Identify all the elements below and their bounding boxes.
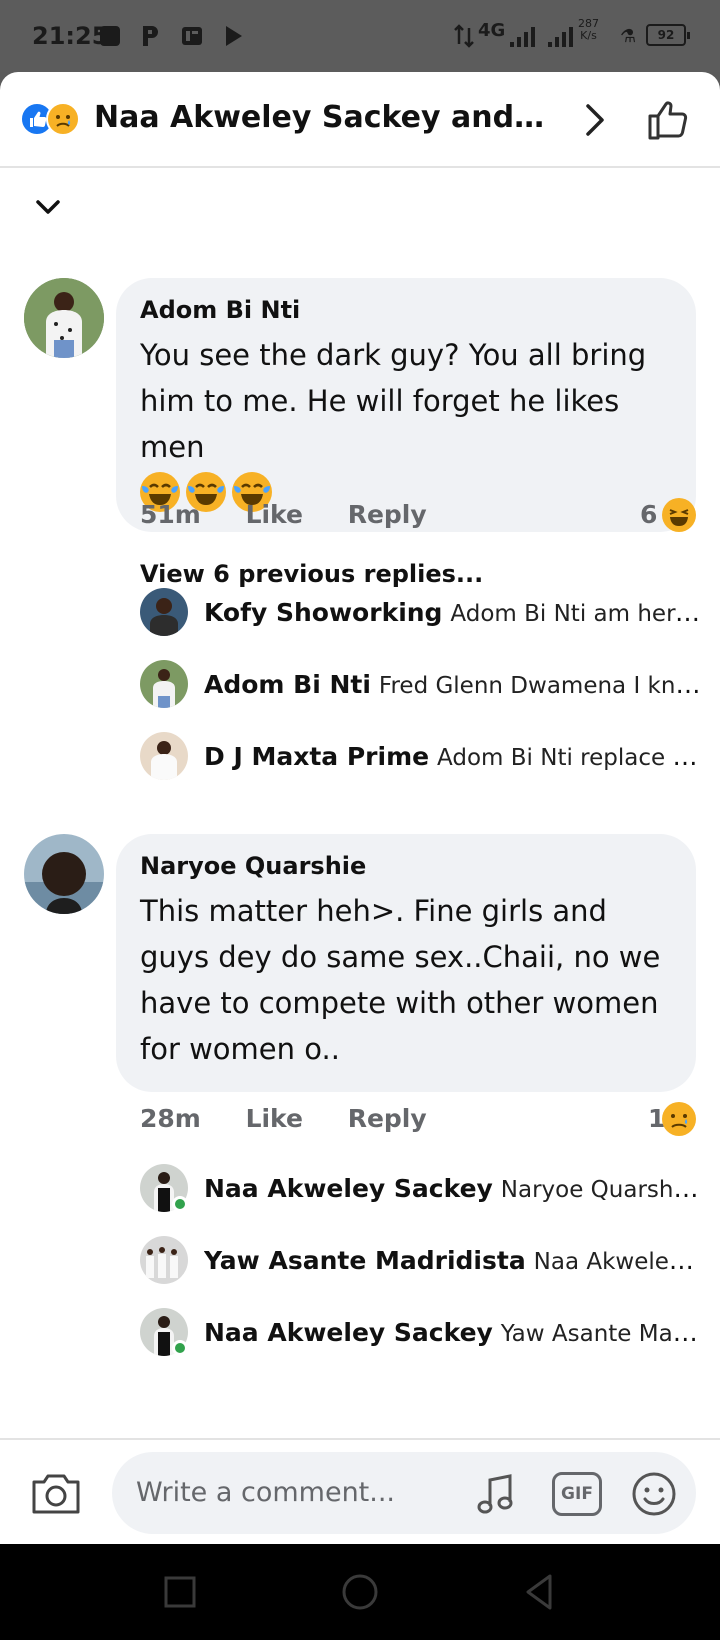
reply-text: Naa Akweley Sa... <box>533 1249 704 1275</box>
reply-line: Yaw Asante Madridista Naa Akweley Sa... <box>204 1246 704 1275</box>
reply-text: Adom Bi Nti am here ... <box>450 601 704 627</box>
reply-line: Naa Akweley Sackey Naryoe Quarshie I ... <box>204 1174 704 1203</box>
comment-bubble[interactable]: Adom Bi Nti You see the dark guy? You al… <box>116 278 696 532</box>
status-time: 21:25 <box>32 22 109 50</box>
emoji-icon[interactable] <box>630 1470 678 1518</box>
reply-author[interactable]: Yaw Asante Madridista <box>204 1246 526 1275</box>
reaction-count[interactable]: 6 <box>640 500 657 529</box>
chevron-right-icon[interactable] <box>580 100 610 140</box>
music-note-icon[interactable] <box>472 1470 520 1518</box>
reply-link[interactable]: Reply <box>348 500 427 529</box>
reply-author[interactable]: Adom Bi Nti <box>204 670 371 699</box>
comment-meta: 28m Like Reply <box>140 1104 463 1133</box>
network-speed: 287 K/s <box>578 18 599 42</box>
comment-time[interactable]: 28m <box>140 1104 201 1133</box>
network-type: 4G <box>478 20 506 41</box>
like-link[interactable]: Like <box>246 1104 303 1133</box>
reply-text: Naryoe Quarshie I ... <box>500 1177 704 1203</box>
reply-item[interactable]: Kofy Showorking Adom Bi Nti am here ... <box>140 588 704 640</box>
signal-icon <box>510 27 535 47</box>
back-icon[interactable] <box>518 1570 562 1614</box>
avatar[interactable] <box>24 278 104 358</box>
sad-icon <box>46 102 80 136</box>
data-arrows-icon <box>454 24 474 48</box>
reply-text: Adom Bi Nti replace him... <box>437 745 704 771</box>
view-previous-replies[interactable]: View 6 previous replies... <box>140 560 483 588</box>
sad-icon[interactable] <box>662 1102 696 1136</box>
reply-text: Yaw Asante Madrid... <box>500 1321 704 1347</box>
like-link[interactable]: Like <box>246 500 303 529</box>
comment-time[interactable]: 51m <box>140 500 201 529</box>
speed-unit: K/s <box>580 29 597 42</box>
reply-item[interactable]: Naa Akweley Sackey Yaw Asante Madrid... <box>140 1308 704 1360</box>
battery-level: 92 <box>657 28 675 42</box>
comment-composer: GIF <box>0 1438 720 1544</box>
avatar[interactable] <box>140 1236 188 1284</box>
stop-notification-icon <box>100 26 120 46</box>
system-nav-bar <box>0 1544 720 1640</box>
chevron-down-icon[interactable] <box>30 192 66 222</box>
recents-icon[interactable] <box>158 1570 202 1614</box>
comment-author[interactable]: Adom Bi Nti <box>140 296 672 324</box>
reply-item[interactable]: Yaw Asante Madridista Naa Akweley Sa... <box>140 1236 704 1288</box>
comment-text: You see the dark guy? You all bring him … <box>140 338 647 464</box>
reply-author[interactable]: D J Maxta Prime <box>204 742 429 771</box>
reply-item[interactable]: D J Maxta Prime Adom Bi Nti replace him.… <box>140 732 704 784</box>
comment-bubble[interactable]: Naryoe Quarshie This matter heh>. Fine g… <box>116 834 696 1092</box>
reactions-title[interactable]: Naa Akweley Sackey and 3 others <box>94 100 554 135</box>
gif-button[interactable]: GIF <box>552 1472 602 1516</box>
haha-icon[interactable] <box>662 498 696 532</box>
signal-2-icon <box>548 27 573 47</box>
reply-link[interactable]: Reply <box>348 1104 427 1133</box>
p-app-icon <box>143 26 158 46</box>
reply-text: Fred Glenn Dwamena I know... <box>378 673 704 699</box>
online-indicator <box>172 1196 188 1212</box>
online-indicator <box>172 1340 188 1356</box>
like-button-icon[interactable] <box>644 96 692 144</box>
avatar[interactable] <box>24 834 104 914</box>
battery-icon: 92 <box>646 24 690 46</box>
comment-text: This matter heh>. Fine girls and guys de… <box>140 894 661 1066</box>
flask-icon: ⚗ <box>620 26 637 47</box>
comment-author[interactable]: Naryoe Quarshie <box>140 852 672 880</box>
reply-line: Naa Akweley Sackey Yaw Asante Madrid... <box>204 1318 704 1347</box>
reply-line: Kofy Showorking Adom Bi Nti am here ... <box>204 598 704 627</box>
reactions-header[interactable]: Naa Akweley Sackey and 3 others <box>0 72 720 168</box>
comment-meta: 51m Like Reply <box>140 500 463 529</box>
comments-sheet: Naa Akweley Sackey and 3 others Adom Bi … <box>0 72 720 1544</box>
reply-author[interactable]: Naa Akweley Sackey <box>204 1318 493 1347</box>
reply-item[interactable]: Adom Bi Nti Fred Glenn Dwamena I know... <box>140 660 704 712</box>
reply-item[interactable]: Naa Akweley Sackey Naryoe Quarshie I ... <box>140 1164 704 1216</box>
reply-author[interactable]: Kofy Showorking <box>204 598 442 627</box>
reply-author[interactable]: Naa Akweley Sackey <box>204 1174 493 1203</box>
reaction-summary <box>20 102 84 138</box>
comment-input-pill[interactable]: GIF <box>112 1452 696 1534</box>
status-bar: 21:25 4G 287 K/s ⚗ 92 <box>0 0 720 72</box>
reply-line: Adom Bi Nti Fred Glenn Dwamena I know... <box>204 670 704 699</box>
camera-icon[interactable] <box>30 1470 82 1516</box>
avatar[interactable] <box>140 732 188 780</box>
avatar[interactable] <box>140 588 188 636</box>
play-store-icon <box>226 26 242 46</box>
home-icon[interactable] <box>338 1570 382 1614</box>
reply-line: D J Maxta Prime Adom Bi Nti replace him.… <box>204 742 704 771</box>
avatar[interactable] <box>140 660 188 708</box>
comment-input[interactable] <box>136 1472 446 1512</box>
news-app-icon <box>182 27 202 45</box>
